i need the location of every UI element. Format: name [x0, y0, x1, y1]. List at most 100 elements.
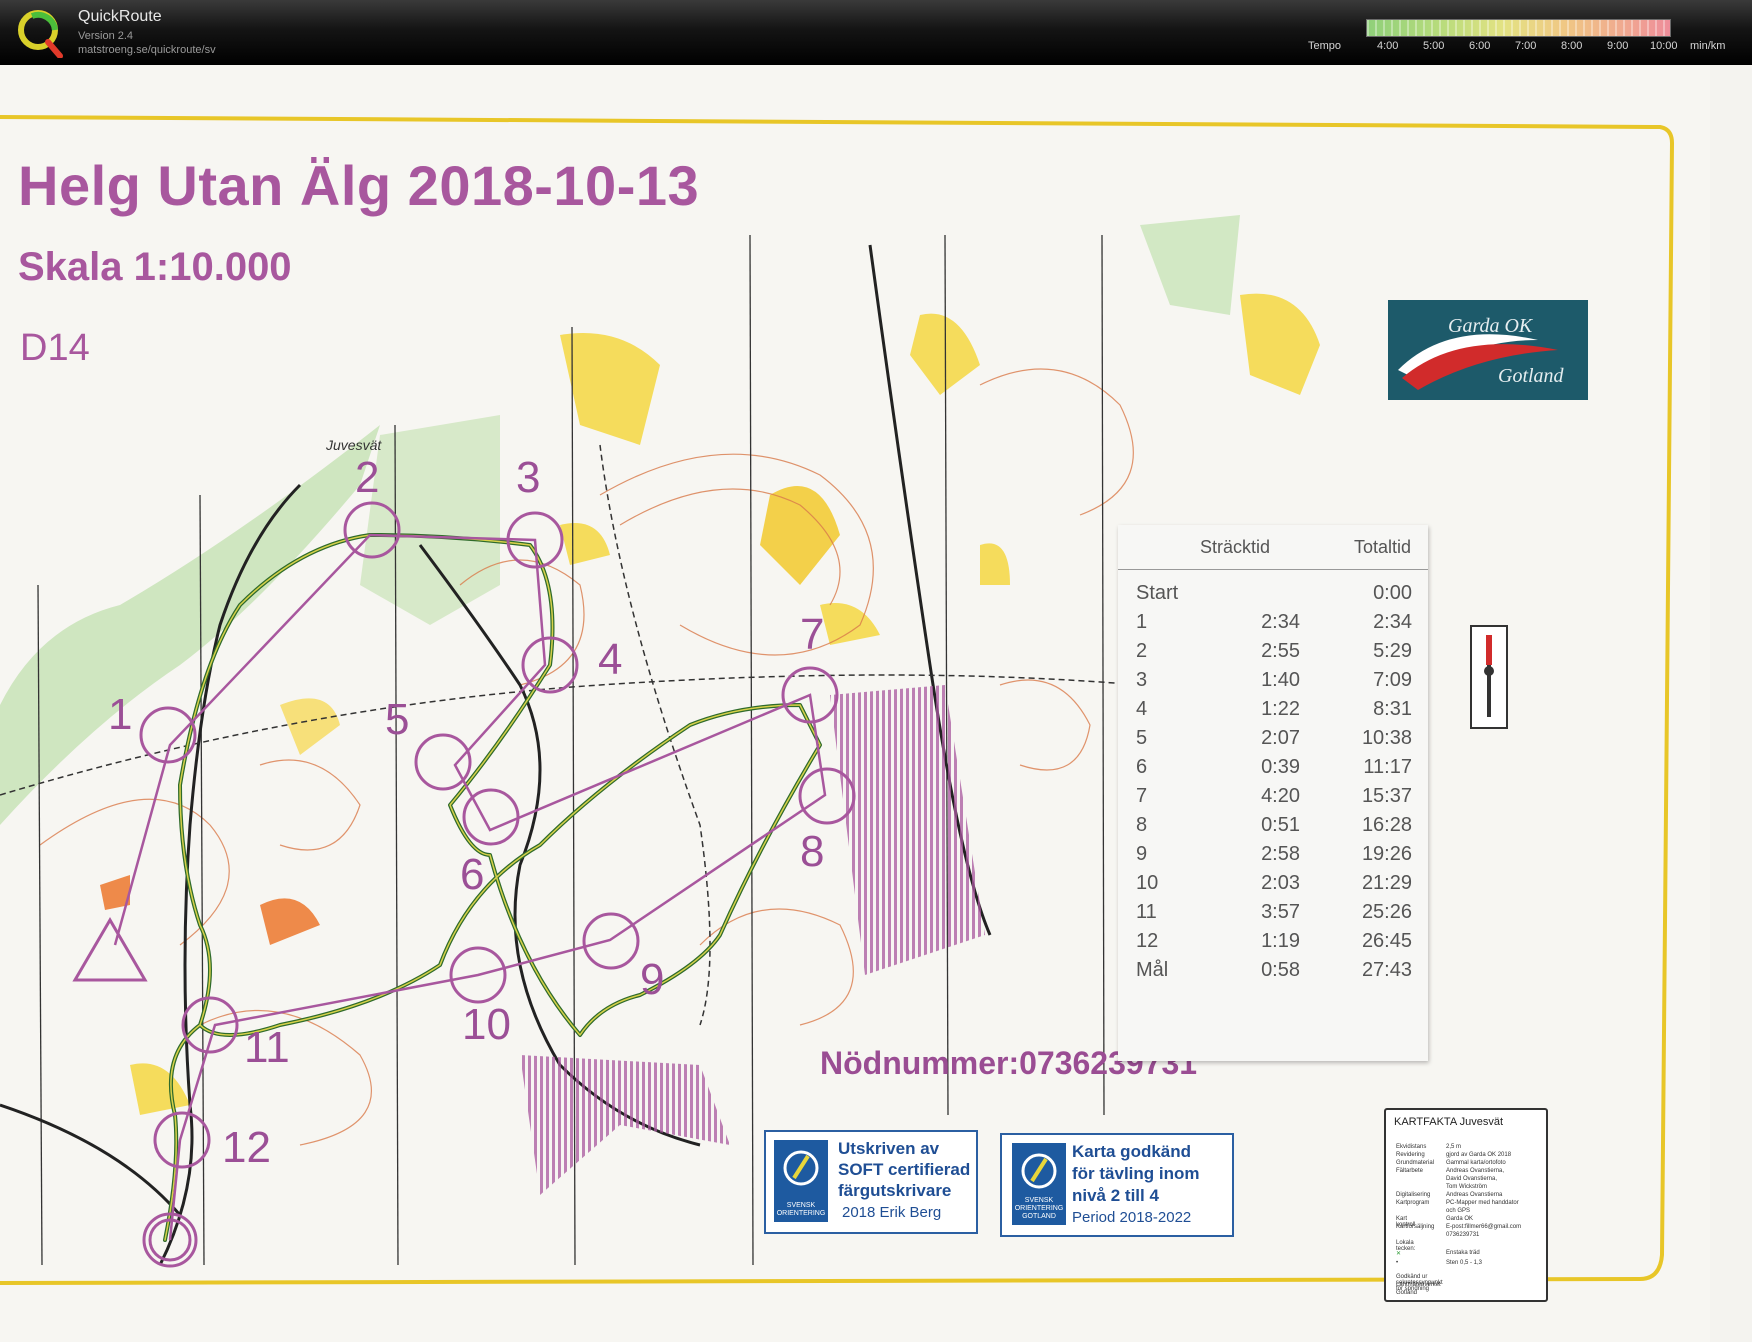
fact-value: Enstaka träd	[1446, 1250, 1480, 1256]
svensk-orientering-logo-icon: SVENSK ORIENTERING	[774, 1140, 828, 1222]
total-time: 16:28	[1361, 814, 1412, 836]
fact-value: Tom Wickström	[1446, 1184, 1487, 1190]
single-tree-symbol-icon: ✕	[1396, 1251, 1402, 1257]
split-row: 3 1:40 7:09	[1118, 669, 1428, 698]
fact-key: Kartprogram	[1396, 1200, 1430, 1206]
fact-value: 2,5 m	[1446, 1144, 1462, 1150]
tempo-tick: 10:00	[1650, 40, 1678, 52]
leg-time: 2:07	[1261, 727, 1300, 749]
cert-icon-label: SVENSK ORIENTERING GOTLAND	[1014, 1197, 1064, 1220]
print-certification-box: SVENSK ORIENTERING Utskriven av SOFT cer…	[764, 1130, 978, 1234]
control-name: Start	[1136, 582, 1179, 604]
leg-time: 2:03	[1261, 872, 1300, 894]
total-time: 15:37	[1361, 785, 1412, 807]
control-name: 12	[1136, 930, 1159, 952]
fact-value: Gammal karta/ortofoto	[1446, 1160, 1506, 1166]
control-name: 9	[1136, 843, 1148, 865]
control-number: 5	[385, 695, 410, 744]
control-name: 5	[1136, 727, 1148, 749]
fact-value: och GPS	[1446, 1208, 1471, 1214]
total-time: 26:45	[1361, 930, 1412, 952]
club-region: Gotland	[1498, 365, 1564, 387]
app-title: QuickRoute	[78, 8, 162, 25]
leg-time: 1:19	[1261, 930, 1300, 952]
map-scale: Skala 1:10.000	[18, 245, 292, 289]
split-row: 6 0:39 11:17	[1118, 756, 1428, 785]
cert-line: Karta godkänd	[1072, 1142, 1192, 1161]
fact-value: Garda OK	[1446, 1216, 1474, 1222]
control-name: 11	[1136, 901, 1157, 923]
fact-value: E-post:fillmer66@gmail.com	[1446, 1224, 1522, 1230]
leg-time: 2:58	[1261, 843, 1300, 865]
tempo-color-scale[interactable]	[1366, 19, 1671, 37]
app-version: Version 2.4	[78, 30, 134, 42]
leg-time: 4:20	[1261, 785, 1300, 807]
tempo-tick: 4:00	[1377, 40, 1399, 52]
control-number: 1	[108, 690, 133, 739]
control-name: 8	[1136, 814, 1148, 836]
cert-line: för tävling inom	[1072, 1164, 1200, 1183]
control-name: 4	[1136, 698, 1148, 720]
orienteering-map[interactable]: Helg Utan Älg 2018-10-13 Skala 1:10.000 …	[0, 65, 1752, 1342]
fact-key: Digitalisering	[1396, 1192, 1431, 1198]
quickroute-header: QuickRoute Version 2.4 matstroeng.se/qui…	[0, 0, 1752, 65]
split-row: 10 2:03 21:29	[1118, 872, 1428, 901]
total-time: 21:29	[1361, 872, 1412, 894]
split-row: 4 1:22 8:31	[1118, 698, 1428, 727]
leg-time: 1:22	[1261, 698, 1300, 720]
control-name: 1	[1136, 611, 1148, 633]
fact-value: Sten 0,5 - 1,3	[1446, 1260, 1483, 1266]
map-facts-title: KARTFAKTA Juvesvät	[1394, 1116, 1504, 1128]
leg-time: 3:57	[1261, 901, 1300, 923]
control-number: 9	[640, 955, 665, 1004]
svensk-orientering-gotland-logo-icon: SVENSK ORIENTERING GOTLAND	[1012, 1143, 1066, 1225]
tempo-tick: 7:00	[1515, 40, 1537, 52]
fact-value: David Ovanstierna,	[1446, 1176, 1498, 1182]
control-number: 11	[244, 1023, 290, 1072]
control-number: 2	[355, 453, 380, 502]
course-class: D14	[20, 327, 90, 369]
fact-value: PC-Mapper med handdator	[1446, 1200, 1519, 1206]
leg-time: 0:51	[1261, 814, 1300, 836]
fact-key: Lantmäteriverket	[1396, 1282, 1441, 1288]
fact-key: Gotland	[1396, 1290, 1418, 1296]
split-row: Start 0:00	[1118, 582, 1428, 611]
control-number: 8	[800, 827, 825, 876]
quickroute-logo-icon	[18, 10, 63, 58]
split-row: 12 1:19 26:45	[1118, 930, 1428, 959]
total-time: 7:09	[1373, 669, 1412, 691]
leg-time: 1:40	[1261, 669, 1300, 691]
control-number: 12	[222, 1123, 271, 1172]
tempo-tick: 8:00	[1561, 40, 1583, 52]
leg-time-header: Sträcktid	[1200, 537, 1271, 557]
control-name: 3	[1136, 669, 1148, 691]
fact-key: Revidering	[1396, 1152, 1425, 1158]
total-time: 27:43	[1361, 959, 1412, 981]
fact-value: Andreas Ovanstierna	[1446, 1192, 1503, 1198]
cert-sub: 2018 Erik Berg	[842, 1204, 942, 1221]
cert-sub: Period 2018-2022	[1072, 1209, 1192, 1226]
total-time-header: Totaltid	[1354, 537, 1412, 557]
fact-value: Andreas Ovanstierna,	[1446, 1168, 1505, 1174]
control-name: 7	[1136, 785, 1148, 807]
tempo-tick: 5:00	[1423, 40, 1445, 52]
boulder-symbol-icon: •	[1396, 1260, 1399, 1266]
control-name: Mål	[1136, 959, 1169, 981]
map-approval-box: SVENSK ORIENTERING GOTLAND Karta godkänd…	[1000, 1133, 1234, 1237]
tempo-tick: 9:00	[1607, 40, 1629, 52]
place-label: Juvesvät	[326, 437, 382, 453]
split-row: 2 2:55 5:29	[1118, 640, 1428, 669]
split-row: 5 2:07 10:38	[1118, 727, 1428, 756]
split-row: Mål 0:58 27:43	[1118, 959, 1428, 988]
total-time: 11:17	[1363, 756, 1412, 778]
app-url[interactable]: matstroeng.se/quickroute/sv	[78, 44, 216, 56]
tempo-tick: 6:00	[1469, 40, 1491, 52]
cert-icon-label: SVENSK ORIENTERING	[776, 1202, 826, 1217]
split-times-card: Sträcktid Totaltid Start 0:00 1 2:34 2:3…	[1118, 525, 1428, 1061]
split-row: 7 4:20 15:37	[1118, 785, 1428, 814]
fact-key: Grundmaterial	[1396, 1160, 1435, 1166]
event-title: Helg Utan Älg 2018-10-13	[18, 154, 700, 217]
total-time: 8:31	[1373, 698, 1412, 720]
club-name: Garda OK	[1448, 315, 1533, 337]
split-row: 8 0:51 16:28	[1118, 814, 1428, 843]
